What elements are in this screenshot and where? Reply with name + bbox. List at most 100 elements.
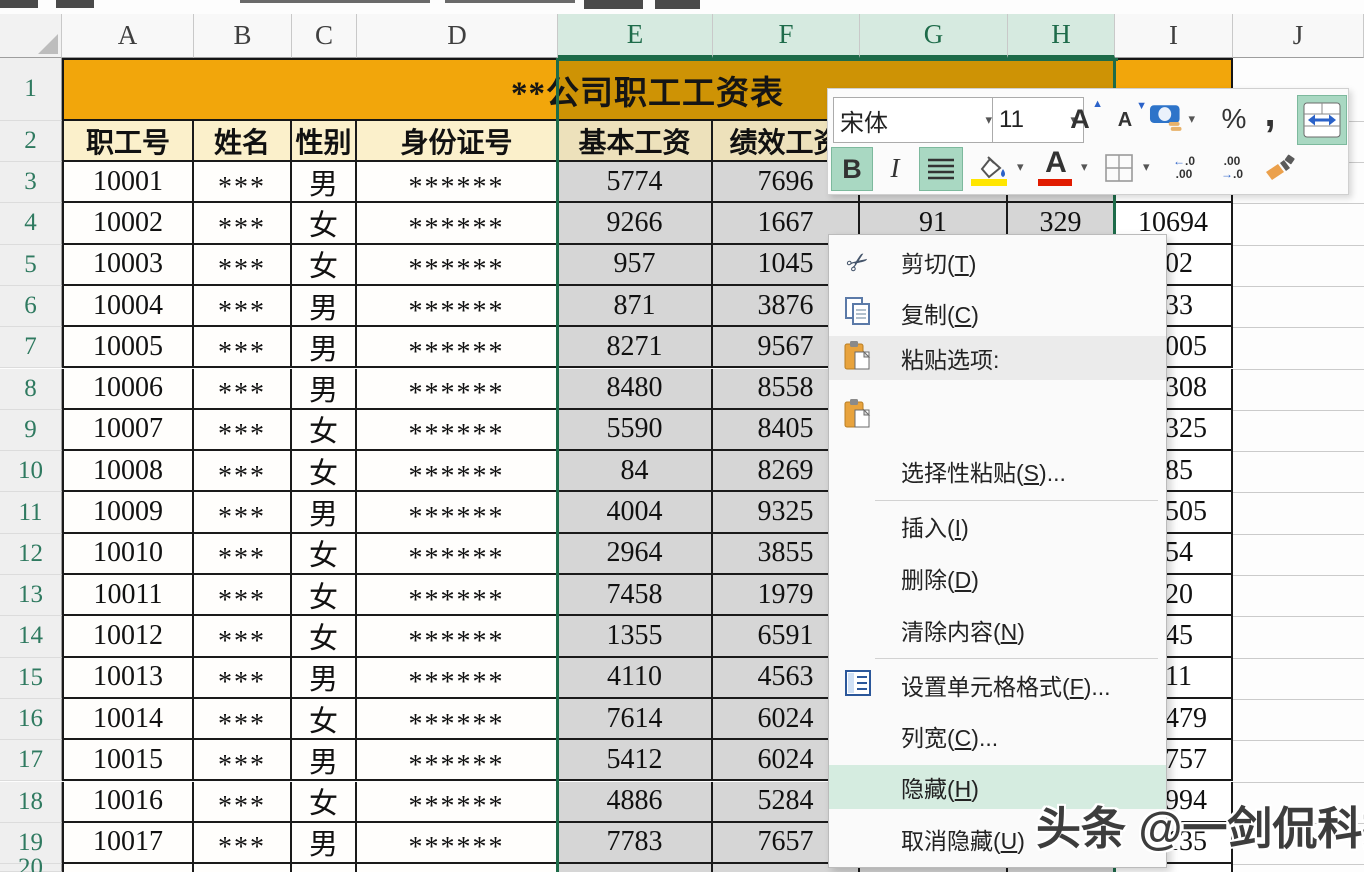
row-header-5[interactable]: 5: [0, 245, 62, 286]
cell-e20[interactable]: [558, 864, 713, 872]
cell-b15[interactable]: ***: [194, 658, 292, 699]
cell-a8[interactable]: 10006: [62, 369, 194, 410]
menu-item-paste-special[interactable]: 选择性粘贴(S)...: [829, 449, 1166, 493]
menu-item-delete[interactable]: 删除(D): [829, 556, 1166, 600]
grow-font-button[interactable]: A ▲: [1059, 97, 1101, 141]
menu-item-insert[interactable]: 插入(I): [829, 504, 1166, 548]
cell-e18[interactable]: 4886: [558, 782, 713, 823]
cell-b6[interactable]: ***: [194, 286, 292, 327]
row-header-9[interactable]: 9: [0, 410, 62, 451]
italic-button[interactable]: I: [875, 147, 915, 189]
cell-e17[interactable]: 5412: [558, 740, 713, 781]
row-header-4[interactable]: 4: [0, 203, 62, 244]
cell-a12[interactable]: 10010: [62, 534, 194, 575]
cell-a13[interactable]: 10011: [62, 575, 194, 616]
cell-b11[interactable]: ***: [194, 492, 292, 533]
cell-b10[interactable]: ***: [194, 451, 292, 492]
cell-c7[interactable]: 男: [292, 327, 357, 368]
cell-b8[interactable]: ***: [194, 369, 292, 410]
cell-c13[interactable]: 女: [292, 575, 357, 616]
cell-b20[interactable]: [194, 864, 292, 872]
cell-d12[interactable]: ******: [357, 534, 558, 575]
cell-e14[interactable]: 1355: [558, 616, 713, 657]
cell-e11[interactable]: 4004: [558, 492, 713, 533]
cell-c11[interactable]: 男: [292, 492, 357, 533]
cell-e3[interactable]: 5774: [558, 162, 713, 203]
row-header-2[interactable]: 2: [0, 121, 62, 162]
header-cell-a[interactable]: 职工号: [62, 121, 194, 162]
cell-a19[interactable]: 10017: [62, 823, 194, 864]
cell-a18[interactable]: 10016: [62, 782, 194, 823]
row-header-1[interactable]: 1: [0, 58, 62, 121]
header-cell-b[interactable]: 姓名: [194, 121, 292, 162]
cell-a5[interactable]: 10003: [62, 245, 194, 286]
fill-color-button[interactable]: [967, 147, 1015, 189]
cell-e19[interactable]: 7783: [558, 823, 713, 864]
cell-d7[interactable]: ******: [357, 327, 558, 368]
cell-a3[interactable]: 10001: [62, 162, 194, 203]
cell-e12[interactable]: 2964: [558, 534, 713, 575]
cell-c5[interactable]: 女: [292, 245, 357, 286]
cell-d3[interactable]: ******: [357, 162, 558, 203]
row-header-7[interactable]: 7: [0, 327, 62, 368]
increase-decimal-button[interactable]: ←.0 .00: [1162, 147, 1206, 189]
cell-c9[interactable]: 女: [292, 410, 357, 451]
cell-c12[interactable]: 女: [292, 534, 357, 575]
cell-a4[interactable]: 10002: [62, 203, 194, 244]
row-header-13[interactable]: 13: [0, 575, 62, 616]
cell-b17[interactable]: ***: [194, 740, 292, 781]
cell-d10[interactable]: ******: [357, 451, 558, 492]
header-cell-d[interactable]: 身份证号: [357, 121, 558, 162]
cell-b5[interactable]: ***: [194, 245, 292, 286]
column-header-j[interactable]: J: [1233, 14, 1364, 58]
cell-c16[interactable]: 女: [292, 699, 357, 740]
menu-item-format-cells[interactable]: 设置单元格格式(F)...: [829, 663, 1166, 707]
font-color-button[interactable]: A: [1034, 145, 1078, 189]
cell-d16[interactable]: ******: [357, 699, 558, 740]
cell-d13[interactable]: ******: [357, 575, 558, 616]
row-header-14[interactable]: 14: [0, 616, 62, 657]
cell-e16[interactable]: 7614: [558, 699, 713, 740]
menu-item-paste-button[interactable]: [829, 394, 1166, 438]
cell-a9[interactable]: 10007: [62, 410, 194, 451]
menu-item-clear-contents[interactable]: 清除内容(N): [829, 608, 1166, 652]
cell-b4[interactable]: ***: [194, 203, 292, 244]
cell-d14[interactable]: ******: [357, 616, 558, 657]
cell-a16[interactable]: 10014: [62, 699, 194, 740]
font-name-combo[interactable]: 宋体 ▾: [833, 97, 999, 143]
column-header-g[interactable]: G: [860, 14, 1008, 58]
cell-a6[interactable]: 10004: [62, 286, 194, 327]
cell-c20[interactable]: 女: [292, 864, 357, 872]
cell-d19[interactable]: ******: [357, 823, 558, 864]
comma-style-button[interactable]: ,: [1256, 89, 1284, 137]
column-header-a[interactable]: A: [62, 14, 194, 58]
cell-b9[interactable]: ***: [194, 410, 292, 451]
cell-d17[interactable]: ******: [357, 740, 558, 781]
accounting-format-button[interactable]: ▾: [1149, 97, 1195, 141]
column-header-d[interactable]: D: [357, 14, 558, 58]
row-header-3[interactable]: 3: [0, 162, 62, 203]
cell-e10[interactable]: 84: [558, 451, 713, 492]
row-header-18[interactable]: 18: [0, 782, 62, 823]
cell-a20[interactable]: [62, 864, 194, 872]
align-button[interactable]: [919, 147, 963, 191]
cell-b3[interactable]: ***: [194, 162, 292, 203]
cell-d15[interactable]: ******: [357, 658, 558, 699]
cell-d8[interactable]: ******: [357, 369, 558, 410]
cell-c6[interactable]: 男: [292, 286, 357, 327]
cell-c10[interactable]: 女: [292, 451, 357, 492]
cell-d9[interactable]: ******: [357, 410, 558, 451]
row-header-16[interactable]: 16: [0, 699, 62, 740]
cell-e13[interactable]: 7458: [558, 575, 713, 616]
cell-d20[interactable]: [357, 864, 558, 872]
row-header-10[interactable]: 10: [0, 451, 62, 492]
cell-b19[interactable]: ***: [194, 823, 292, 864]
cell-a14[interactable]: 10012: [62, 616, 194, 657]
cell-c18[interactable]: 女: [292, 782, 357, 823]
cell-b16[interactable]: ***: [194, 699, 292, 740]
cell-e15[interactable]: 4110: [558, 658, 713, 699]
column-header-f[interactable]: F: [713, 14, 860, 58]
cell-b14[interactable]: ***: [194, 616, 292, 657]
row-header-6[interactable]: 6: [0, 286, 62, 327]
column-header-e[interactable]: E: [558, 14, 713, 58]
